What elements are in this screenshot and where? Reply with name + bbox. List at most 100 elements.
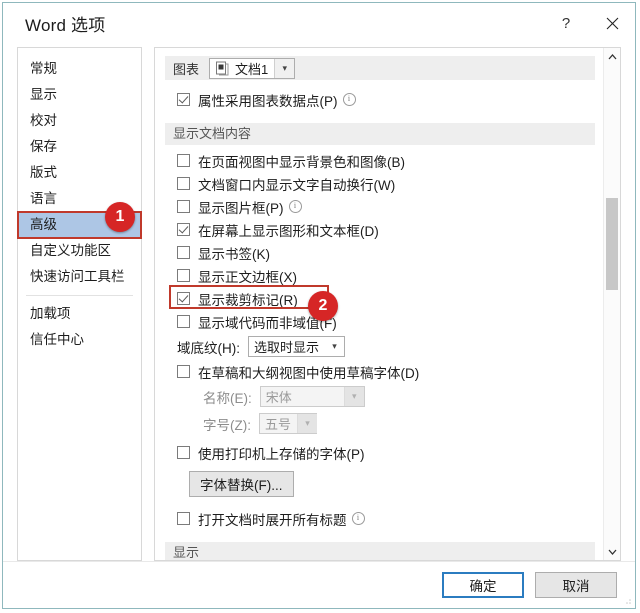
title-bar: Word 选项 ? (3, 3, 635, 43)
checkbox-label: 属性采用图表数据点(P) (198, 93, 338, 109)
checkbox-label: 在屏幕上显示图形和文本框(D) (198, 223, 379, 239)
next-section-header: 显示 (165, 542, 595, 560)
checkbox-draft-font[interactable] (177, 365, 190, 378)
checkbox-row-drawings-textboxes[interactable]: 在屏幕上显示图形和文本框(D) (165, 218, 603, 241)
checkbox-row-bookmarks[interactable]: 显示书签(K) (165, 241, 603, 264)
annotation-badge-1: 1 (105, 202, 135, 232)
options-pane: 图表 文档1 ▾ 属性采用图表数据点(P) i 显示文档内容 在页面视图中显示背… (154, 47, 621, 561)
chart-section-header: 图表 文档1 ▾ (165, 56, 595, 80)
chevron-down-icon: ▾ (325, 337, 345, 356)
checkbox-chart-data-point[interactable] (177, 93, 190, 106)
checkbox-bookmarks[interactable] (177, 246, 190, 259)
question-mark-icon: ? (561, 14, 571, 32)
font-size-row: 字号(Z): 五号 ▾ (165, 410, 603, 437)
chevron-down-icon: ▾ (274, 58, 295, 78)
sidebar-item-customize-ribbon[interactable]: 自定义功能区 (18, 238, 141, 264)
font-size-select: 五号 ▾ (259, 413, 318, 434)
scrollbar-down-button[interactable] (604, 543, 620, 560)
checkbox-row-show-background[interactable]: 在页面视图中显示背景色和图像(B) (165, 149, 603, 172)
scrollbar-thumb[interactable] (606, 198, 618, 290)
checkbox-row-chart-data-point[interactable]: 属性采用图表数据点(P) i (165, 88, 603, 111)
sidebar-item-quick-access-toolbar[interactable]: 快速访问工具栏 (18, 264, 141, 290)
sidebar-item-label: 显示 (30, 87, 57, 102)
sidebar-item-trust-center[interactable]: 信任中心 (18, 327, 141, 353)
window-controls: ? (543, 3, 635, 43)
resize-grip-icon[interactable] (622, 596, 632, 606)
checkbox-label: 在页面视图中显示背景色和图像(B) (198, 154, 405, 170)
sidebar-item-label: 版式 (30, 165, 57, 180)
checkbox-row-field-codes[interactable]: 显示域代码而非域值(F) (165, 310, 603, 333)
font-substitution-button[interactable]: 字体替换(F)... (189, 470, 294, 497)
chevron-down-icon: ▾ (297, 414, 318, 433)
checkbox-picture-placeholders[interactable] (177, 200, 190, 213)
checkbox-row-draft-font[interactable]: 在草稿和大纲视图中使用草稿字体(D) (165, 360, 603, 383)
sidebar-item-label: 自定义功能区 (30, 243, 111, 258)
checkbox-wrap-text[interactable] (177, 177, 190, 190)
checkbox-label: 显示裁剪标记(R) (198, 292, 298, 308)
checkbox-drawings-textboxes[interactable] (177, 223, 190, 236)
font-size-label: 字号(Z): (203, 417, 251, 433)
checkbox-row-text-boundaries[interactable]: 显示正文边框(X) (165, 264, 603, 287)
checkbox-printer-fonts[interactable] (177, 446, 190, 459)
checkbox-label: 打开文档时展开所有标题 (198, 512, 347, 528)
vertical-scrollbar[interactable] (603, 48, 620, 560)
sidebar-item-layout[interactable]: 版式 (18, 160, 141, 186)
sidebar-item-label: 加载项 (30, 306, 71, 321)
chart-section-label: 图表 (173, 61, 200, 77)
field-shading-row: 域底纹(H): 选取时显示 ▾ (165, 333, 603, 360)
cancel-button[interactable]: 取消 (535, 571, 617, 598)
sidebar-item-label: 高级 (30, 217, 57, 232)
checkbox-expand-headings[interactable] (177, 512, 190, 525)
info-icon[interactable]: i (288, 200, 302, 213)
ok-button[interactable]: 确定 (442, 571, 524, 598)
close-button[interactable] (589, 6, 635, 40)
close-icon (606, 17, 618, 29)
checkbox-field-codes[interactable] (177, 315, 190, 328)
sidebar-item-save[interactable]: 保存 (18, 134, 141, 160)
checkbox-row-printer-fonts[interactable]: 使用打印机上存储的字体(P) (165, 441, 603, 464)
category-sidebar: 常规 显示 校对 保存 版式 语言 高级 自定义功能区 快速访问工具栏 加载项 … (17, 47, 142, 561)
sidebar-item-label: 语言 (30, 191, 57, 206)
sidebar-item-label: 快速访问工具栏 (30, 269, 125, 284)
checkbox-row-picture-placeholders[interactable]: 显示图片框(P) i (165, 195, 603, 218)
display-section-label: 显示文档内容 (173, 126, 252, 141)
sidebar-item-general[interactable]: 常规 (18, 56, 141, 82)
next-section-label: 显示 (173, 545, 200, 560)
checkbox-label: 显示书签(K) (198, 246, 270, 262)
sidebar-item-addins[interactable]: 加载项 (18, 301, 141, 327)
chevron-up-icon (608, 53, 616, 59)
checkbox-text-boundaries[interactable] (177, 269, 190, 282)
font-substitution-row: 字体替换(F)... (165, 470, 603, 497)
font-name-value: 宋体 (265, 390, 292, 405)
sidebar-item-proofing[interactable]: 校对 (18, 108, 141, 134)
checkbox-crop-marks[interactable] (177, 292, 190, 305)
document-select-value: 文档1 (235, 61, 269, 77)
page-title: Word 选项 (25, 15, 106, 35)
font-name-select: 宋体 ▾ (259, 386, 365, 407)
sidebar-item-label: 信任中心 (30, 332, 84, 347)
checkbox-label: 显示正文边框(X) (198, 269, 297, 285)
info-icon[interactable]: i (351, 512, 365, 525)
checkbox-label: 使用打印机上存储的字体(P) (198, 446, 365, 462)
font-size-value: 五号 (265, 417, 292, 432)
annotation-badge-2: 2 (308, 291, 338, 321)
checkbox-label: 显示图片框(P) (198, 200, 284, 216)
sidebar-item-label: 常规 (30, 61, 57, 76)
checkbox-row-wrap-text[interactable]: 文档窗口内显示文字自动换行(W) (165, 172, 603, 195)
field-shading-label: 域底纹(H): (177, 340, 240, 356)
checkbox-label: 文档窗口内显示文字自动换行(W) (198, 177, 396, 193)
font-name-label: 名称(E): (203, 390, 252, 406)
checkbox-show-background[interactable] (177, 154, 190, 167)
checkbox-label: 在草稿和大纲视图中使用草稿字体(D) (198, 365, 420, 381)
checkbox-row-crop-marks[interactable]: 显示裁剪标记(R) (165, 285, 603, 310)
document-select[interactable]: 文档1 ▾ (209, 57, 296, 79)
options-scroll-area: 图表 文档1 ▾ 属性采用图表数据点(P) i 显示文档内容 在页面视图中显示背… (155, 48, 603, 560)
help-button[interactable]: ? (543, 6, 589, 40)
font-name-row: 名称(E): 宋体 ▾ (165, 383, 603, 410)
document-icon (215, 61, 230, 76)
sidebar-item-display[interactable]: 显示 (18, 82, 141, 108)
checkbox-row-expand-headings[interactable]: 打开文档时展开所有标题 i (165, 507, 603, 530)
field-shading-select[interactable]: 选取时显示 ▾ (248, 336, 346, 357)
info-icon[interactable]: i (342, 93, 356, 106)
scrollbar-up-button[interactable] (604, 48, 620, 65)
